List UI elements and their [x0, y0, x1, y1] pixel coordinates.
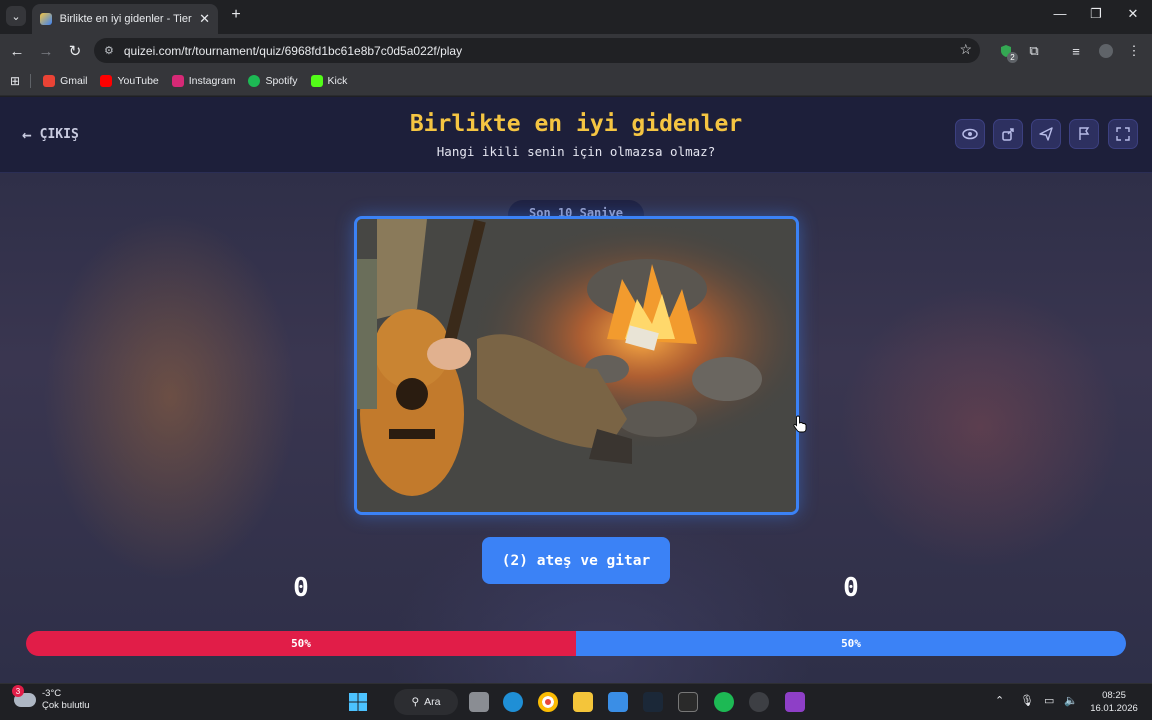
weather-widget[interactable]: 3 -3°C Çok bulutlu: [12, 685, 90, 712]
eye-icon: [962, 128, 978, 140]
cloud-icon: 3: [12, 685, 36, 707]
send-icon: [1039, 127, 1053, 141]
share-icon: [1002, 128, 1014, 141]
browser-toolbar: ← → ↻ ⚙ quizei.com/tr/tournament/quiz/69…: [0, 34, 1152, 67]
volume-icon[interactable]: 🔈: [1064, 694, 1078, 707]
close-window-button[interactable]: ✕: [1115, 6, 1151, 22]
os-taskbar: 3 -3°C Çok bulutlu ⚲ Ara ⌃ 🎙 ▭ 🔈 08:25 1…: [0, 683, 1152, 720]
bookmark-spotify[interactable]: Spotify: [248, 75, 298, 87]
new-tab-button[interactable]: +: [226, 6, 246, 24]
epic-games-icon[interactable]: [678, 692, 698, 712]
guitar-campfire-image: [357, 219, 796, 512]
option-image-card[interactable]: [354, 216, 799, 515]
extension-badge: 2: [1007, 52, 1018, 63]
url-text: quizei.com/tr/tournament/quiz/6968fd1bc6…: [123, 43, 463, 58]
tab-favicon-icon: [40, 13, 52, 25]
media-control-icon[interactable]: ≡: [1066, 41, 1086, 61]
bookmark-star-icon[interactable]: ☆: [959, 41, 972, 58]
address-bar[interactable]: ⚙ quizei.com/tr/tournament/quiz/6968fd1b…: [94, 38, 980, 63]
extension-icon[interactable]: 2: [996, 41, 1018, 63]
share-button[interactable]: [993, 119, 1023, 149]
browser-menu-icon[interactable]: ⋮: [1124, 41, 1144, 61]
clock-time: 08:25: [1102, 690, 1126, 701]
bookmark-kick[interactable]: Kick: [310, 75, 348, 87]
tab-title: Birlikte en iyi gidenler - Tier List: [59, 13, 193, 25]
vote-right-segment: 50%: [576, 631, 1126, 656]
minimize-button[interactable]: —: [1042, 6, 1078, 21]
hand-cursor-icon: [793, 415, 807, 433]
extensions-puzzle-icon[interactable]: ⧉: [1024, 41, 1044, 61]
weather-condition: Çok bulutlu: [42, 700, 90, 711]
bookmarks-bar: ⊞ Gmail YouTube Instagram Spotify Kick: [0, 67, 1152, 96]
chrome-icon[interactable]: [538, 692, 558, 712]
bookmark-gmail[interactable]: Gmail: [43, 75, 87, 87]
active-tab[interactable]: Birlikte en iyi gidenler - Tier List ✕: [32, 4, 218, 34]
microphone-icon[interactable]: 🎙: [1020, 694, 1034, 707]
bookmark-youtube[interactable]: YouTube: [100, 75, 159, 87]
score-right: 0: [843, 573, 859, 603]
bookmark-label: Kick: [327, 75, 348, 87]
youtube-icon: [100, 75, 113, 87]
kick-icon: [310, 75, 323, 87]
forward-button[interactable]: →: [35, 40, 57, 62]
spotify-icon: [248, 75, 261, 87]
instagram-icon: [171, 75, 184, 87]
file-explorer-icon[interactable]: [573, 692, 593, 712]
view-button[interactable]: [955, 119, 985, 149]
bookmarks-divider: [30, 74, 32, 88]
edge-icon[interactable]: [503, 692, 523, 712]
network-icon[interactable]: ▭: [1044, 694, 1054, 707]
report-button[interactable]: [1069, 119, 1099, 149]
clock-date: 16.01.2026: [1090, 703, 1138, 714]
choice-button[interactable]: (2) ateş ve gitar: [482, 537, 670, 584]
search-label: Ara: [424, 696, 441, 708]
app-notification-icon[interactable]: [749, 692, 769, 712]
chevron-up-icon[interactable]: ⌃: [995, 694, 1004, 707]
vote-left-segment: 50%: [26, 631, 576, 656]
taskbar-search[interactable]: ⚲ Ara: [394, 689, 458, 715]
browser-tab-strip: ⌄ Birlikte en iyi gidenler - Tier List ✕…: [0, 0, 1152, 34]
system-clock[interactable]: 08:25 16.01.2026: [1086, 689, 1142, 715]
search-icon: ⚲: [411, 696, 420, 708]
bookmark-label: Gmail: [60, 75, 88, 87]
back-button[interactable]: ←: [6, 40, 28, 62]
steam-icon[interactable]: [643, 692, 663, 712]
quiz-page: ← ÇIKIŞ Birlikte en iyi gidenler Hangi i…: [0, 97, 1152, 683]
weather-badge: 3: [12, 685, 24, 697]
task-view-icon[interactable]: [469, 692, 489, 712]
vote-progress-bar: 50% 50%: [26, 631, 1126, 656]
profile-avatar[interactable]: [1096, 41, 1116, 61]
fullscreen-icon: [1116, 127, 1130, 141]
start-windows-icon[interactable]: [348, 692, 368, 712]
restore-button[interactable]: ❐: [1078, 6, 1114, 22]
tab-close-icon[interactable]: ✕: [199, 11, 210, 27]
bookmark-label: YouTube: [117, 75, 159, 87]
video-editor-icon[interactable]: [785, 692, 805, 712]
site-info-icon[interactable]: ⚙: [104, 44, 114, 57]
reload-button[interactable]: ↻: [64, 40, 86, 62]
flag-icon: [1079, 127, 1090, 140]
tab-search-button[interactable]: ⌄: [6, 6, 26, 26]
bookmark-instagram[interactable]: Instagram: [171, 75, 236, 87]
gmail-icon: [43, 75, 56, 87]
temperature: -3°C: [42, 688, 62, 699]
store-icon[interactable]: [608, 692, 628, 712]
send-button[interactable]: [1031, 119, 1061, 149]
bookmark-label: Instagram: [188, 75, 236, 87]
score-left: 0: [293, 573, 309, 603]
bookmark-label: Spotify: [265, 75, 298, 87]
spotify-taskbar-icon[interactable]: [714, 692, 734, 712]
fullscreen-button[interactable]: [1108, 119, 1138, 149]
quiz-header: ← ÇIKIŞ Birlikte en iyi gidenler Hangi i…: [0, 97, 1152, 173]
apps-grid-icon[interactable]: ⊞: [10, 74, 20, 88]
